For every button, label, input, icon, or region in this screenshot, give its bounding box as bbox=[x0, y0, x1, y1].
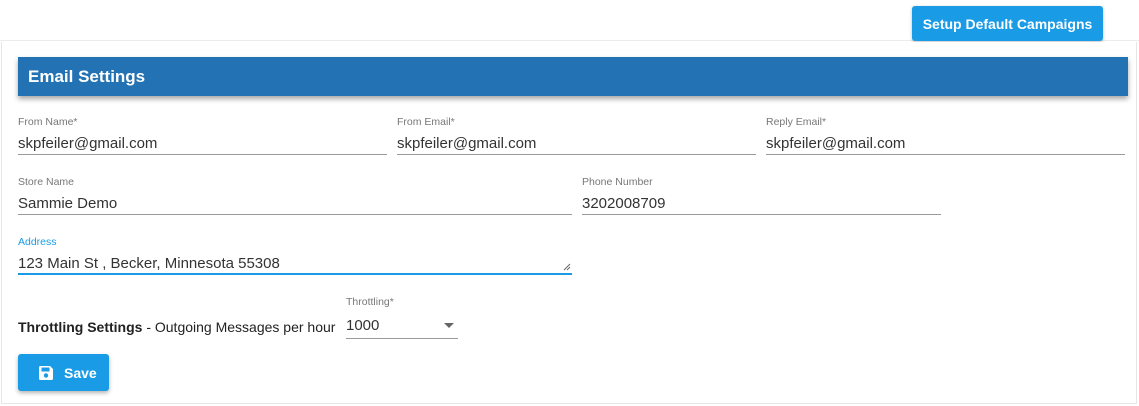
throttling-select-value[interactable]: 1000 bbox=[346, 309, 458, 339]
panel-title: Email Settings bbox=[18, 57, 1128, 96]
from-email-input[interactable] bbox=[397, 129, 756, 155]
store-name-label: Store Name bbox=[18, 176, 75, 188]
from-email-label: From Email* bbox=[397, 116, 455, 128]
setup-default-campaigns-button[interactable]: Setup Default Campaigns bbox=[912, 6, 1103, 41]
throttling-heading: Throttling Settings bbox=[18, 319, 143, 335]
floppy-disk-icon bbox=[39, 365, 53, 380]
from-email-field: From Email* bbox=[397, 115, 756, 155]
phone-number-label: Phone Number bbox=[582, 176, 653, 188]
reply-email-label: Reply Email* bbox=[766, 116, 827, 128]
from-name-field: From Name* bbox=[18, 115, 387, 155]
address-label: Address bbox=[18, 236, 57, 248]
email-settings-card: Email Settings From Name* From Email* Re… bbox=[1, 42, 1137, 404]
store-name-field: Store Name bbox=[18, 175, 572, 215]
reply-email-input[interactable] bbox=[766, 129, 1125, 155]
reply-email-field: Reply Email* bbox=[766, 115, 1125, 155]
save-button[interactable]: Save bbox=[18, 354, 109, 391]
phone-number-input[interactable] bbox=[582, 189, 941, 215]
throttling-selected-value: 1000 bbox=[346, 317, 380, 334]
address-field: Address bbox=[18, 235, 572, 275]
save-button-label: Save bbox=[64, 364, 97, 381]
from-name-input[interactable] bbox=[18, 129, 387, 155]
caret-down-icon[interactable] bbox=[444, 323, 454, 328]
top-bar: Setup Default Campaigns bbox=[0, 0, 1139, 41]
phone-number-field: Phone Number bbox=[582, 175, 941, 215]
throttling-settings-text: Throttling Settings - Outgoing Messages … bbox=[18, 319, 335, 335]
from-name-label: From Name* bbox=[18, 116, 78, 128]
address-textarea[interactable] bbox=[18, 249, 572, 275]
throttling-description: - Outgoing Messages per hour bbox=[142, 319, 336, 335]
throttling-label: Throttling* bbox=[346, 296, 394, 308]
store-name-input[interactable] bbox=[18, 189, 572, 215]
resize-grip-icon[interactable] bbox=[563, 263, 571, 271]
throttling-select[interactable]: Throttling* 1000 bbox=[346, 295, 458, 339]
